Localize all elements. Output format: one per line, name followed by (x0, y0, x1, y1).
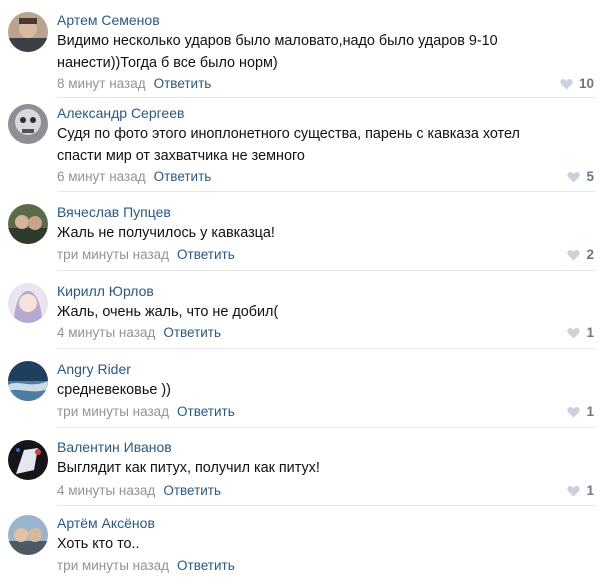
avatar[interactable] (8, 204, 48, 244)
heart-icon (567, 327, 581, 338)
comment-meta: 4 минуты назад Ответить (57, 325, 221, 340)
heart-icon (567, 406, 581, 417)
divider (57, 191, 596, 192)
heart-icon (567, 249, 581, 260)
comment-text: средневековье )) (57, 382, 171, 398)
like-button[interactable]: 2 (567, 247, 594, 262)
comment-meta: три минуты назад Ответить (57, 247, 235, 262)
reply-link[interactable]: Ответить (163, 483, 221, 498)
avatar[interactable] (8, 283, 48, 323)
comment-author[interactable]: Артем Семенов (57, 12, 160, 28)
comment-author[interactable]: Вячеслав Пупцев (57, 204, 171, 220)
reply-link[interactable]: Ответить (154, 76, 212, 91)
divider (57, 427, 596, 428)
like-count: 2 (586, 247, 594, 262)
comment-time[interactable]: три минуты назад (57, 558, 169, 573)
comment-text: Хоть кто то.. (57, 536, 140, 552)
avatar[interactable] (8, 104, 48, 144)
reply-link[interactable]: Ответить (163, 325, 221, 340)
comment-text: Видимо несколько ударов было маловато,на… (57, 33, 498, 71)
heart-icon (567, 485, 581, 496)
divider (57, 97, 596, 98)
like-button[interactable]: 1 (567, 404, 594, 419)
comment-author[interactable]: Angry Rider (57, 361, 131, 377)
comment-text: Жаль, очень жаль, что не добил( (57, 304, 279, 320)
comment-text: Жаль не получилось у кавказца! (57, 225, 275, 241)
comment-author[interactable]: Кирилл Юрлов (57, 283, 154, 299)
comment-meta: 4 минуты назад Ответить (57, 483, 221, 498)
reply-link[interactable]: Ответить (177, 247, 235, 262)
comment-time[interactable]: 6 минут назад (57, 169, 146, 184)
like-count: 1 (586, 483, 594, 498)
reply-link[interactable]: Ответить (177, 404, 235, 419)
comment-author[interactable]: Артём Аксёнов (57, 515, 155, 531)
avatar[interactable] (8, 361, 48, 401)
reply-link[interactable]: Ответить (177, 558, 235, 573)
comment-time[interactable]: 4 минуты назад (57, 325, 155, 340)
like-count: 5 (586, 169, 594, 184)
like-button[interactable]: 1 (567, 483, 594, 498)
divider (57, 505, 596, 506)
like-count: 10 (578, 76, 594, 91)
like-count: 1 (586, 325, 594, 340)
comment-text: Судя по фото этого иноплонетного существ… (57, 126, 520, 164)
reply-link[interactable]: Ответить (154, 169, 212, 184)
like-button[interactable]: 10 (560, 76, 594, 91)
comment-time[interactable]: 4 минуты назад (57, 483, 155, 498)
like-button[interactable]: 5 (567, 169, 594, 184)
heart-icon (560, 78, 573, 89)
comment-meta: три минуты назад Ответить (57, 558, 235, 573)
like-count: 1 (586, 404, 594, 419)
comment-meta: 6 минут назад Ответить (57, 169, 211, 184)
comment-time[interactable]: три минуты назад (57, 404, 169, 419)
comment-text: Выглядит как питух, получил как питух! (57, 460, 320, 476)
divider (57, 348, 596, 349)
avatar[interactable] (8, 440, 48, 480)
divider (57, 270, 596, 271)
comment-meta: три минуты назад Ответить (57, 404, 235, 419)
comment-author[interactable]: Валентин Иванов (57, 439, 172, 455)
comment-time[interactable]: 8 минут назад (57, 76, 146, 91)
heart-icon (567, 171, 581, 182)
comment-meta: 8 минут назад Ответить (57, 76, 211, 91)
like-button[interactable]: 1 (567, 325, 594, 340)
comment-author[interactable]: Александр Сергеев (57, 105, 184, 121)
avatar[interactable] (8, 12, 48, 52)
avatar[interactable] (8, 515, 48, 555)
comment-time[interactable]: три минуты назад (57, 247, 169, 262)
